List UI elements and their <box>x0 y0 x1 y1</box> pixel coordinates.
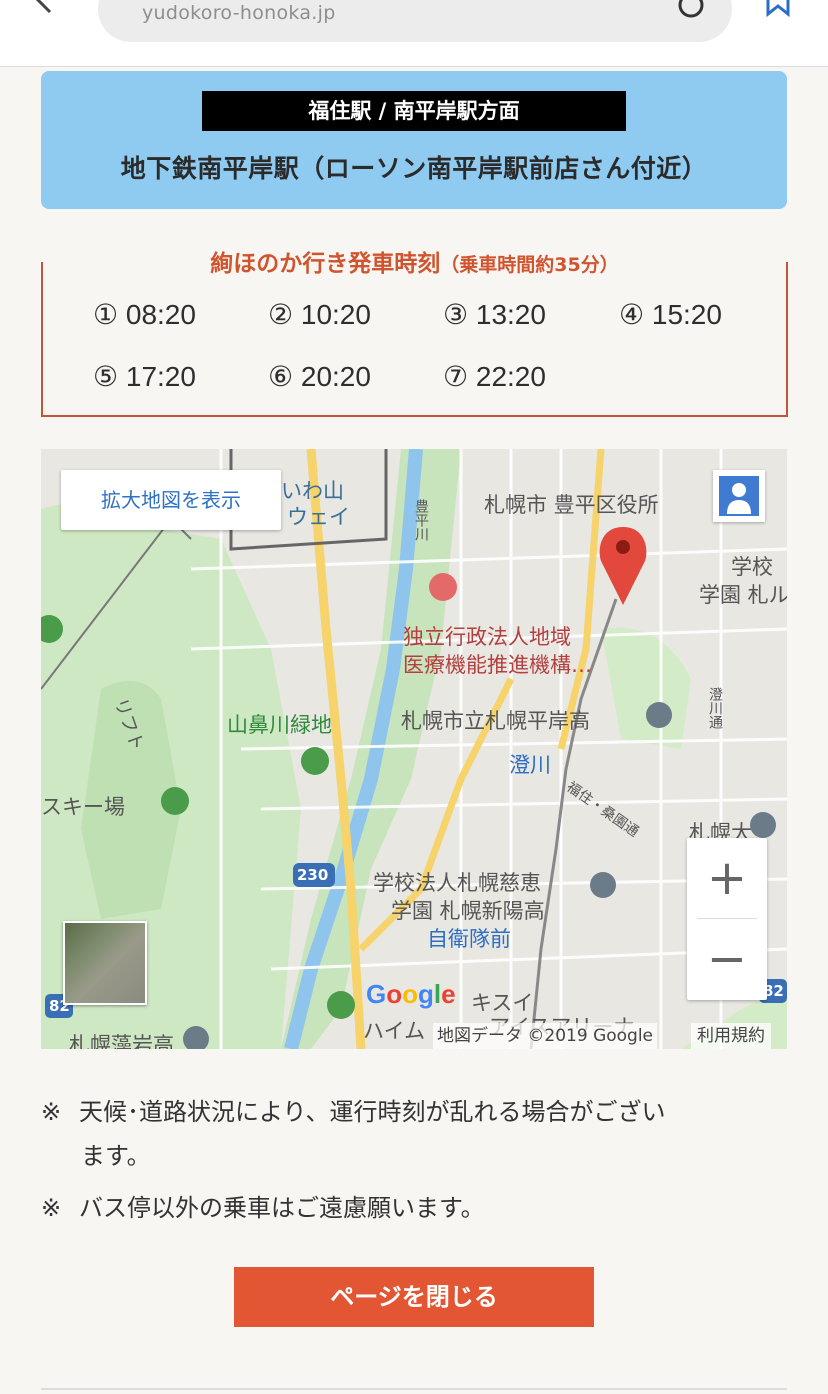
departure-time: ② 10:20 <box>268 299 371 330</box>
note-text: 天候･道路状況により、運行時刻が乱れる場合がござい <box>79 1098 666 1126</box>
map-label: 札幌市立札幌平岸高 <box>401 709 590 733</box>
bookmark-icon[interactable] <box>762 0 794 18</box>
zoom-out-button[interactable]: − <box>687 919 767 999</box>
divider <box>41 1388 787 1390</box>
map-label: ハイム <box>363 1019 426 1043</box>
map-label: 学園 札ル <box>699 583 787 607</box>
enlarge-map-button[interactable]: 拡大地図を表示 <box>61 470 281 530</box>
map-label: 学校法人札幌慈恵 <box>373 871 541 895</box>
route-230-shield: 230 <box>297 866 329 884</box>
departure-time: ⑦ 22:20 <box>443 361 546 392</box>
departure-time: ③ 13:20 <box>443 299 546 330</box>
reload-icon[interactable] <box>676 0 706 20</box>
map-label: 札幌藻岩高 <box>69 1033 174 1049</box>
map-label: 澄川通 <box>707 687 723 729</box>
direction-label: 福住駅 / 南平岸駅方面 <box>202 91 626 131</box>
departure-time: ⑤ 17:20 <box>93 361 196 392</box>
note-text-continued: ます。 <box>81 1142 151 1170</box>
note-weather: ※ 天候･道路状況により、運行時刻が乱れる場合がござい ます。 <box>41 1090 666 1178</box>
timetable-subtitle: （乗車時間約35分） <box>440 254 619 276</box>
street-view-pegman-icon[interactable] <box>713 470 765 522</box>
map-label: ウェイ <box>287 505 350 529</box>
station-box: 福住駅 / 南平岸駅方面 地下鉄南平岸駅（ローソン南平岸駅前店さん付近） <box>41 71 787 209</box>
close-page-button[interactable]: ページを閉じる <box>234 1267 594 1327</box>
note-text: バス停以外の乗車はご遠慮願います。 <box>79 1194 485 1222</box>
address-bar[interactable]: yudokoro-honoka.jp <box>98 0 732 42</box>
timetable: 絢ほのか行き発車時刻（乗車時間約35分） ① 08:20 ② 10:20 ③ 1… <box>41 251 788 417</box>
google-logo: Google <box>366 979 456 1009</box>
departure-time: ④ 15:20 <box>619 299 722 330</box>
map-label: 学校 <box>731 555 773 579</box>
note-boarding: ※ バス停以外の乗車はご遠慮願います。 <box>41 1186 485 1230</box>
timetable-title-main: 絢ほのか行き発車時刻 <box>210 251 441 277</box>
map-label: 自衛隊前 <box>427 927 511 951</box>
map-label: 澄川 <box>509 753 551 777</box>
map-label: 札幌市 豊平区役所 <box>484 493 659 517</box>
zoom-control: + − <box>687 838 767 1000</box>
map-label: 山鼻川緑地 <box>227 713 332 737</box>
browser-toolbar: yudokoro-honoka.jp <box>0 0 828 67</box>
map-attribution: 地図データ ©2019 Google <box>433 1023 658 1049</box>
google-map[interactable]: いわ山 ウェイ 札幌市 豊平区役所 学校 学園 札ル 独立行政法人地域 医療機能… <box>41 449 787 1049</box>
timetable-title: 絢ほのか行き発車時刻（乗車時間約35分） <box>43 244 786 278</box>
map-label: 医療機能推進機構… <box>403 653 592 677</box>
note-mark: ※ <box>41 1194 62 1222</box>
terms-link[interactable]: 利用規約 <box>691 1023 771 1049</box>
map-label: 豊平川 <box>413 499 429 541</box>
map-label: 学園 札幌新陽高 <box>391 899 545 923</box>
url-text: yudokoro-honoka.jp <box>142 2 336 24</box>
departure-time: ⑥ 20:20 <box>268 361 371 392</box>
map-label: 独立行政法人地域 <box>403 625 571 649</box>
departure-time: ① 08:20 <box>93 299 196 330</box>
satellite-toggle-thumbnail[interactable] <box>63 921 147 1005</box>
map-label: スキー場 <box>41 795 125 819</box>
zoom-in-button[interactable]: + <box>687 838 767 918</box>
note-mark: ※ <box>41 1098 62 1126</box>
station-name: 地下鉄南平岸駅（ローソン南平岸駅前店さん付近） <box>120 154 708 183</box>
chevron-left-icon[interactable] <box>30 0 58 14</box>
